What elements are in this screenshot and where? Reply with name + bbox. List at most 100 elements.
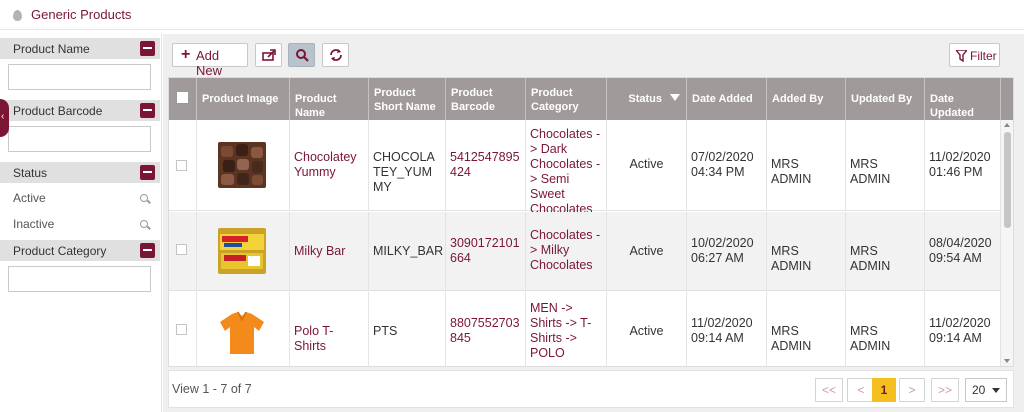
refresh-button[interactable] [322, 43, 349, 67]
product-category-input[interactable] [8, 266, 151, 292]
search-icon[interactable] [140, 220, 148, 228]
grid-header: Product Image Product Name Product Short… [169, 78, 1013, 120]
add-new-button[interactable]: + Add New [172, 43, 248, 78]
export-button[interactable] [255, 43, 282, 67]
col-header-product-barcode[interactable]: Product Barcode [446, 78, 526, 120]
scroll-up-icon[interactable] [1004, 123, 1010, 127]
filter-header-product-name[interactable]: Product Name [0, 38, 160, 59]
col-header-updated-by[interactable]: Updated By [846, 78, 925, 120]
status-header-label: Status [628, 93, 662, 105]
updated-by-cell: MRS ADMIN [846, 212, 925, 290]
search-icon [296, 49, 309, 62]
updated-by-cell: MRS ADMIN [846, 120, 925, 210]
barcode-text: 3090172101664 [450, 236, 520, 265]
filter-label: Product Barcode [13, 104, 103, 118]
date-updated-text: 08/04/2020 09:54 AM [929, 236, 992, 265]
filter-header-status[interactable]: Status [0, 162, 160, 183]
product-name-cell[interactable]: Milky Bar [290, 212, 369, 290]
category-text: MEN -> Shirts -> T-Shirts -> POLO [530, 301, 592, 360]
col-header-product-category[interactable]: Product Category [526, 78, 607, 120]
milky-bar-image [218, 228, 266, 274]
product-name-link[interactable]: Polo T-Shirts [294, 324, 364, 354]
table-row[interactable]: Polo T-Shirts PTS 8807552703845 MEN -> S… [169, 292, 1001, 366]
short-name-text: PTS [373, 324, 398, 338]
status-text: Active [629, 244, 664, 258]
date-added-cell: 11/02/2020 09:14 AM [687, 292, 767, 366]
filter-label: Filter [970, 49, 997, 63]
status-option-active[interactable]: Active [13, 191, 158, 205]
status-option-inactive[interactable]: Inactive [13, 217, 158, 231]
updated-by-text: MRS ADMIN [850, 324, 891, 353]
added-by-cell: MRS ADMIN [767, 292, 846, 366]
category-text: Chocolates -> Dark Chocolates -> Semi Sw… [530, 127, 601, 216]
last-page-button[interactable]: >> [931, 378, 959, 402]
current-page-button[interactable]: 1 [872, 378, 896, 402]
chocolate-image [218, 142, 266, 188]
drop-icon [13, 10, 22, 21]
short-name-text: CHOCOLATEY_YUMMY [373, 150, 435, 194]
first-page-button[interactable]: << [815, 378, 843, 402]
added-by-cell: MRS ADMIN [767, 120, 846, 210]
product-name-cell[interactable]: Polo T-Shirts [290, 292, 369, 366]
collapse-icon[interactable] [140, 41, 155, 56]
date-updated-cell: 08/04/2020 09:54 AM [925, 212, 1001, 290]
search-toggle-button[interactable] [288, 43, 315, 67]
filter-label: Product Name [13, 42, 90, 56]
product-image-cell [197, 212, 290, 290]
added-by-text: MRS ADMIN [771, 157, 812, 186]
collapse-icon[interactable] [140, 243, 155, 258]
updated-by-text: MRS ADMIN [850, 244, 891, 273]
table-row[interactable]: Milky Bar MILKY_BAR 3090172101664 Chocol… [169, 212, 1001, 291]
filter-icon [956, 50, 967, 62]
barcode-cell: 3090172101664 [446, 212, 526, 290]
short-name-cell: PTS [369, 292, 446, 366]
product-name-input[interactable] [8, 64, 151, 90]
page-size-select[interactable]: 20 [965, 378, 1007, 402]
row-checkbox[interactable] [176, 160, 187, 171]
product-name-cell[interactable]: Chocolatey Yummy [290, 120, 369, 210]
col-header-date-updated[interactable]: Date Updated [925, 78, 1001, 120]
barcode-cell: 5412547895424 [446, 120, 526, 210]
date-added-text: 11/02/2020 09:14 AM [691, 316, 753, 345]
collapse-icon[interactable] [140, 165, 155, 180]
date-updated-cell: 11/02/2020 01:46 PM [925, 120, 1001, 210]
plus-icon: + [181, 46, 191, 63]
status-text: Active [629, 157, 664, 171]
search-icon[interactable] [140, 194, 148, 202]
filter-header-product-barcode[interactable]: Product Barcode [0, 100, 160, 121]
col-header-product-image[interactable]: Product Image [197, 78, 290, 120]
added-by-text: MRS ADMIN [771, 324, 812, 353]
next-page-button[interactable]: > [899, 378, 925, 402]
short-name-text: MILKY_BAR [373, 244, 444, 258]
product-name-link[interactable]: Milky Bar [294, 244, 364, 259]
col-header-date-added[interactable]: Date Added [687, 78, 767, 120]
updated-by-cell: MRS ADMIN [846, 292, 925, 366]
table-row[interactable]: Chocolatey Yummy CHOCOLATEY_YUMMY 541254… [169, 120, 1001, 216]
grid-scrollbar[interactable] [1000, 120, 1013, 366]
added-by-text: MRS ADMIN [771, 244, 812, 273]
col-header-added-by[interactable]: Added By [767, 78, 846, 120]
filter-button[interactable]: Filter [949, 43, 1000, 67]
polo-tshirt-image [218, 310, 266, 356]
col-header-product-name[interactable]: Product Name [290, 78, 369, 120]
product-barcode-input[interactable] [8, 126, 151, 152]
row-checkbox[interactable] [176, 244, 187, 255]
product-name-link[interactable]: Chocolatey Yummy [294, 150, 364, 180]
scroll-thumb[interactable] [1004, 132, 1011, 228]
category-cell: MEN -> Shirts -> T-Shirts -> POLO [526, 292, 607, 366]
col-header-product-short-name[interactable]: Product Short Name [369, 78, 446, 120]
scroll-down-icon[interactable] [1004, 359, 1010, 363]
col-header-status[interactable]: Status [607, 78, 687, 120]
prev-page-button[interactable]: < [847, 378, 875, 402]
chevron-left-icon: ‹ [1, 111, 5, 122]
row-select-cell [169, 292, 197, 366]
filter-label: Product Category [13, 244, 107, 258]
page-title: Generic Products [31, 7, 132, 22]
row-checkbox[interactable] [176, 324, 187, 335]
sidebar-collapse-tab[interactable]: ‹ [0, 99, 9, 137]
select-all-checkbox[interactable] [176, 91, 189, 104]
grid-footer: View 1 - 7 of 7 << < 1 > >> 20 [168, 370, 1014, 408]
collapse-icon[interactable] [140, 103, 155, 118]
filter-icon[interactable] [670, 94, 680, 101]
filter-header-product-category[interactable]: Product Category [0, 240, 160, 261]
